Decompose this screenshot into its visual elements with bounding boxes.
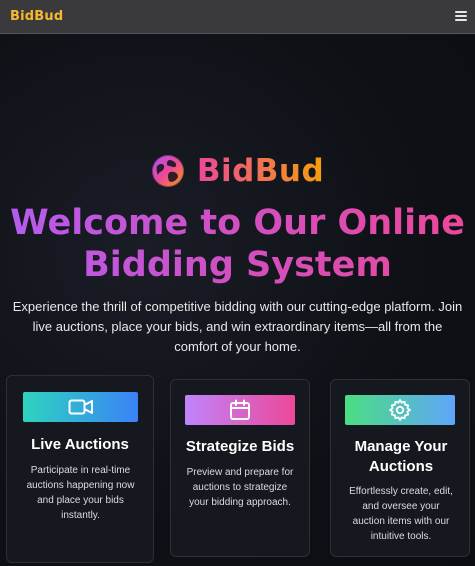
- video-camera-icon: [68, 399, 93, 415]
- feature-card-live-auctions[interactable]: Live Auctions Participate in real-time a…: [6, 375, 154, 563]
- feature-title: Strategize Bids: [185, 438, 295, 455]
- feature-description: Effortlessly create, edit, and oversee y…: [349, 486, 453, 542]
- feature-description: Preview and prepare for auctions to stra…: [186, 467, 294, 508]
- hero-title: Welcome to Our Online Bidding System: [0, 202, 475, 286]
- hero-logo: BidBud: [0, 153, 475, 189]
- hero-logo-text: BidBud: [196, 153, 325, 189]
- feature-card-manage-auctions[interactable]: Manage Your Auctions Effortlessly create…: [330, 379, 470, 557]
- top-navbar: BidBud: [0, 0, 475, 34]
- feature-banner: [345, 395, 455, 425]
- gear-icon: [389, 399, 411, 421]
- navbar-brand[interactable]: BidBud: [10, 9, 63, 24]
- globe-logo-icon: [151, 155, 184, 187]
- feature-description: Participate in real-time auctions happen…: [26, 465, 135, 521]
- hero-description: Experience the thrill of competitive bid…: [12, 299, 463, 354]
- hamburger-menu-icon[interactable]: [455, 11, 467, 22]
- feature-title: Live Auctions: [31, 436, 129, 453]
- calendar-icon: [230, 399, 250, 420]
- feature-card-strategize-bids[interactable]: Strategize Bids Preview and prepare for …: [170, 379, 310, 557]
- feature-banner: [185, 395, 295, 425]
- feature-banner: [23, 392, 138, 422]
- hero-section: BidBud Welcome to Our Online Bidding Sys…: [0, 35, 475, 566]
- feature-title: Manage Your Auctions: [354, 438, 448, 475]
